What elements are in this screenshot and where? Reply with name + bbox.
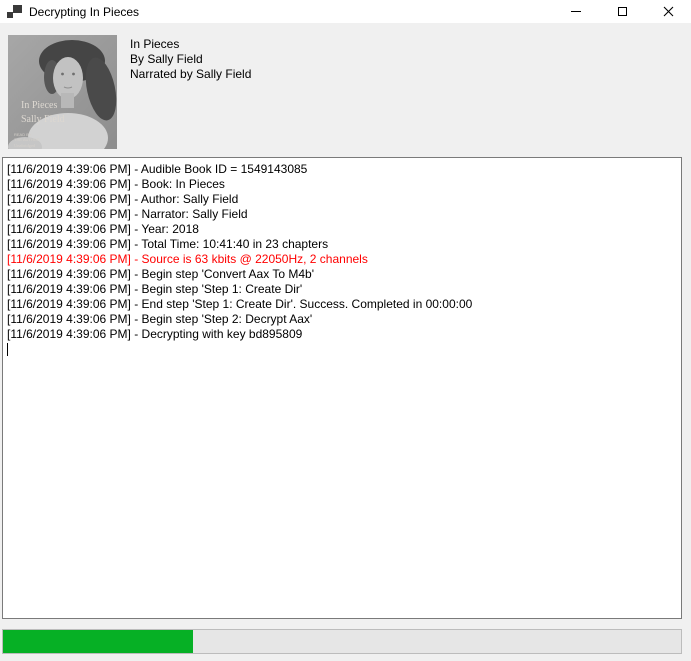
close-button[interactable]: [645, 0, 691, 23]
log-line: [11/6/2019 4:39:06 PM] - Year: 2018: [7, 222, 678, 237]
log-line: [11/6/2019 4:39:06 PM] - Narrator: Sally…: [7, 207, 678, 222]
book-info: In Pieces By Sally Field Narrated by Sal…: [130, 37, 251, 82]
log-lines: [11/6/2019 4:39:06 PM] - Audible Book ID…: [7, 162, 678, 342]
app-window: Decrypting In Pieces: [0, 0, 691, 661]
cover-title-text: In Pieces: [21, 100, 57, 111]
book-narrator: Narrated by Sally Field: [130, 67, 251, 82]
minimize-icon: [571, 11, 581, 12]
book-title: In Pieces: [130, 37, 251, 52]
close-icon: [663, 6, 674, 17]
decrypt-progressbar: [2, 629, 682, 654]
log-line: [11/6/2019 4:39:06 PM] - Audible Book ID…: [7, 162, 678, 177]
cover-readby-line2: THE AUTHOR: [14, 137, 40, 142]
text-caret: [7, 343, 8, 356]
app-icon-square-small: [7, 12, 13, 18]
cover-author-text: Sally Field: [21, 114, 65, 125]
log-line: [11/6/2019 4:39:06 PM] - Source is 63 kb…: [7, 252, 678, 267]
log-line: [11/6/2019 4:39:06 PM] - Begin step 'Ste…: [7, 312, 678, 327]
cover-edition-text: Unabridged: [14, 143, 36, 148]
log-line: [11/6/2019 4:39:06 PM] - Decrypting with…: [7, 327, 678, 342]
minimize-button[interactable]: [553, 0, 599, 23]
log-line: [11/6/2019 4:39:06 PM] - Begin step 'Ste…: [7, 282, 678, 297]
book-cover: In Pieces Sally Field READ BY THE AUTHOR…: [8, 35, 117, 149]
book-cover-art: In Pieces Sally Field READ BY THE AUTHOR…: [8, 35, 117, 149]
progress-fill: [3, 630, 193, 653]
log-line: [11/6/2019 4:39:06 PM] - Total Time: 10:…: [7, 237, 678, 252]
log-line: [11/6/2019 4:39:06 PM] - Author: Sally F…: [7, 192, 678, 207]
app-icon-square-big: [13, 5, 22, 13]
log-line: [11/6/2019 4:39:06 PM] - Begin step 'Con…: [7, 267, 678, 282]
maximize-icon: [618, 7, 627, 16]
log-line: [11/6/2019 4:39:06 PM] - Book: In Pieces: [7, 177, 678, 192]
app-icon: [7, 4, 22, 19]
caret-line: [7, 342, 678, 357]
caption-buttons: [553, 0, 691, 23]
window-title: Decrypting In Pieces: [29, 5, 553, 19]
log-textbox[interactable]: [11/6/2019 4:39:06 PM] - Audible Book ID…: [2, 157, 682, 619]
book-author: By Sally Field: [130, 52, 251, 67]
log-line: [11/6/2019 4:39:06 PM] - End step 'Step …: [7, 297, 678, 312]
maximize-button[interactable]: [599, 0, 645, 23]
titlebar: Decrypting In Pieces: [0, 0, 691, 23]
